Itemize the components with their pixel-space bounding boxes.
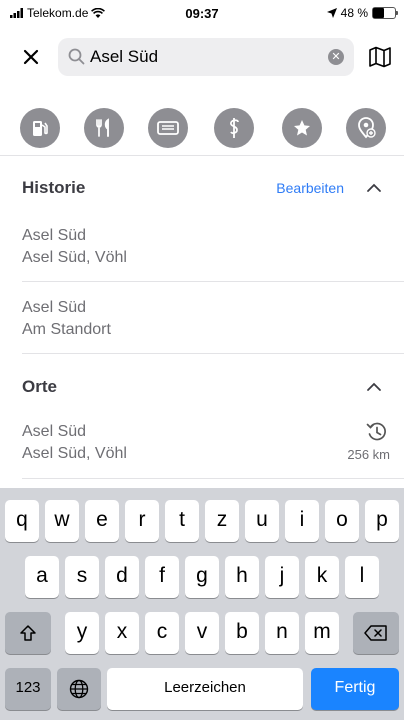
key-q[interactable]: q	[5, 500, 39, 542]
search-field[interactable]: ✕	[58, 38, 354, 76]
history-item-subtitle: Am Standort	[22, 321, 111, 338]
key-y[interactable]: y	[65, 612, 99, 654]
category-fuel-button[interactable]	[20, 108, 60, 148]
key-g[interactable]: g	[185, 556, 219, 598]
battery-level	[373, 8, 384, 18]
space-key[interactable]: Leerzeichen	[107, 668, 303, 710]
key-b[interactable]: b	[225, 612, 259, 654]
keyboard: q w e r t z u i o p a s d f g h j k l y …	[0, 488, 404, 720]
key-x[interactable]: x	[105, 612, 139, 654]
location-arrow-icon	[326, 8, 337, 18]
close-icon	[23, 49, 39, 65]
category-health-button[interactable]	[214, 108, 254, 148]
battery-icon	[372, 7, 398, 19]
health-icon	[230, 118, 239, 138]
key-j[interactable]: j	[265, 556, 299, 598]
history-item-subtitle: Asel Süd, Vöhl	[22, 249, 127, 266]
list-separator	[22, 478, 404, 479]
clear-icon: ✕	[331, 51, 341, 63]
history-clock-icon	[366, 422, 386, 441]
key-d[interactable]: d	[105, 556, 139, 598]
numbers-key[interactable]: 123	[5, 668, 51, 710]
hotel-icon	[157, 121, 179, 135]
collapse-places-button[interactable]	[366, 379, 382, 397]
key-r[interactable]: r	[125, 500, 159, 542]
category-hotel-button[interactable]	[148, 108, 188, 148]
fuel-icon	[33, 121, 48, 136]
shift-key[interactable]	[5, 612, 51, 654]
search-input[interactable]	[90, 44, 310, 70]
shift-icon	[20, 625, 36, 641]
key-f[interactable]: f	[145, 556, 179, 598]
key-t[interactable]: t	[165, 500, 199, 542]
key-c[interactable]: c	[145, 612, 179, 654]
divider	[0, 155, 404, 156]
map-icon	[369, 46, 391, 68]
backspace-key[interactable]	[353, 612, 399, 654]
key-h[interactable]: h	[225, 556, 259, 598]
category-restaurant-button[interactable]	[84, 108, 124, 148]
key-p[interactable]: p	[365, 500, 399, 542]
history-item[interactable]: Asel Süd Am Standort	[22, 297, 392, 341]
key-z[interactable]: z	[205, 500, 239, 542]
history-title: Historie	[22, 178, 86, 197]
category-add-location-button[interactable]	[346, 108, 386, 148]
status-right: 48 %	[326, 6, 398, 20]
search-row: ✕	[0, 38, 404, 78]
key-o[interactable]: o	[325, 500, 359, 542]
place-item[interactable]: Asel Süd Asel Süd, Vöhl 256 km	[22, 421, 404, 465]
globe-key[interactable]	[57, 668, 101, 710]
key-s[interactable]: s	[65, 556, 99, 598]
restaurant-icon	[96, 118, 109, 137]
list-separator	[22, 281, 404, 282]
distance-label: 256 km	[347, 447, 390, 462]
key-n[interactable]: n	[265, 612, 299, 654]
chevron-up-icon	[367, 382, 381, 391]
places-section-header: Orte	[0, 373, 404, 403]
history-item[interactable]: Asel Süd Asel Süd, Vöhl	[22, 225, 392, 269]
add-location-icon	[358, 117, 376, 139]
search-icon	[68, 48, 85, 65]
places-title: Orte	[22, 377, 57, 396]
battery-percent: 48 %	[340, 6, 368, 20]
backspace-icon	[364, 625, 387, 641]
close-button[interactable]	[20, 47, 42, 69]
edit-history-button[interactable]: Bearbeiten	[276, 180, 344, 196]
map-button[interactable]	[368, 46, 392, 73]
history-section-header: Historie Bearbeiten	[0, 174, 404, 204]
key-i[interactable]: i	[285, 500, 319, 542]
key-e[interactable]: e	[85, 500, 119, 542]
key-m[interactable]: m	[305, 612, 339, 654]
key-a[interactable]: a	[25, 556, 59, 598]
favorites-icon	[294, 120, 310, 136]
key-k[interactable]: k	[305, 556, 339, 598]
globe-icon	[69, 679, 89, 699]
category-bar	[0, 108, 404, 152]
clear-search-button[interactable]: ✕	[328, 49, 344, 65]
history-item-title: Asel Süd	[22, 227, 87, 244]
list-separator	[22, 353, 404, 354]
collapse-history-button[interactable]	[366, 180, 382, 198]
key-u[interactable]: u	[245, 500, 279, 542]
history-item-title: Asel Süd	[22, 299, 87, 316]
chevron-up-icon	[367, 183, 381, 192]
key-w[interactable]: w	[45, 500, 79, 542]
key-v[interactable]: v	[185, 612, 219, 654]
key-l[interactable]: l	[345, 556, 379, 598]
status-bar: Telekom.de 09:37 48 %	[0, 0, 404, 26]
done-key[interactable]: Fertig	[311, 668, 399, 710]
category-favorites-button[interactable]	[282, 108, 322, 148]
place-item-title: Asel Süd	[22, 423, 87, 440]
